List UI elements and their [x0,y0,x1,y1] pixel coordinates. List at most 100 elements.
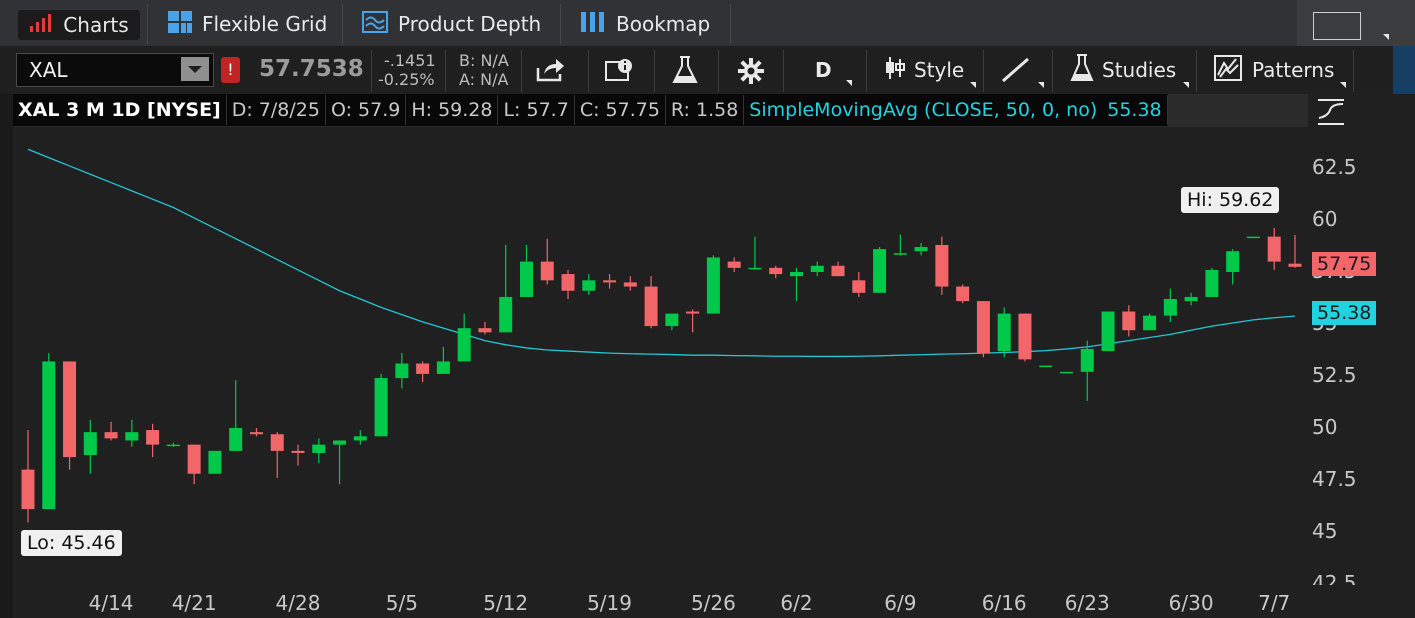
toolbar-divider [1353,50,1354,92]
share-icon[interactable] [536,58,566,86]
time-axis-label: 5/12 [483,591,529,615]
scale-toggle-icon[interactable] [1316,96,1346,130]
chevron-down-icon[interactable] [1383,34,1389,40]
window-box-icon[interactable] [1313,12,1361,40]
left-edge-strip [0,94,13,618]
candle [748,236,762,270]
studies-menu-button[interactable]: Studies [1070,52,1176,88]
candle [270,432,284,478]
candle [873,247,887,293]
chevron-down-icon [970,82,976,88]
candle [1039,365,1053,368]
net-change: -.1451 [384,51,436,70]
time-axis-label: 7/7 [1258,591,1291,615]
legend-high: H: 59.28 [406,95,499,125]
candle [686,309,700,333]
time-axis[interactable]: 4/14 4/21 4/28 5/5 5/12 5/19 5/26 6/2 6/9 6/16 6/2… [13,585,1415,618]
candle-body [769,267,783,275]
candle-body [1184,296,1198,302]
candle-body [1018,313,1032,360]
tab-product-depth[interactable]: Product Depth [362,4,541,44]
symbol-input[interactable]: XAL [16,53,214,87]
candle-body [187,444,201,474]
candle-body [83,432,97,456]
candle-body [976,301,990,354]
candle-body [1080,348,1094,372]
legend-symbol-title[interactable]: XAL 3 M 1D [NYSE] [13,95,227,125]
candle [125,419,139,447]
candle [623,276,637,291]
candle [1060,371,1073,374]
candle [104,421,118,441]
flask-icon[interactable] [671,55,699,89]
candle-body [249,432,263,435]
candle-body [208,450,222,474]
candle [1143,313,1157,331]
toolbar-divider [1052,50,1053,92]
candle-body [561,274,575,291]
chart-info-icon[interactable] [605,58,635,86]
tab-bookmap[interactable]: Bookmap [580,4,710,44]
candle-body [603,280,617,283]
style-menu-button[interactable]: Style [884,52,964,88]
chart-toolbar: XAL ! 57.7538 -.1451 -0.25% B: N/A A: N/… [0,46,1415,94]
candle [312,438,326,464]
candle-body [997,313,1011,352]
candle [1246,236,1260,239]
tab-charts[interactable]: Charts [18,10,140,40]
gear-icon[interactable] [737,57,765,89]
candle-body [499,296,513,333]
tab-charts-label: Charts [63,13,129,37]
high-annotation: Hi: 59.62 [1181,187,1280,213]
drawing-tool-button[interactable] [1000,56,1032,88]
bar-chart-icon [29,13,53,37]
candle [540,238,554,285]
candle-body [893,253,907,255]
time-axis-label: 6/9 [884,591,917,615]
price-axis[interactable]: 62.56057.55552.55047.54542.5 57.75 55.38 [1308,94,1415,595]
price-axis-label: 62.5 [1312,155,1357,179]
toolbar-divider [588,50,589,92]
candle-body [1122,311,1136,331]
candle [789,267,803,302]
tab-flexible-grid[interactable]: Flexible Grid [168,4,327,44]
alert-flag-icon[interactable]: ! [221,57,240,83]
toolbar-divider [371,50,372,92]
symbol-dropdown-button[interactable] [181,57,209,81]
time-axis-label: 5/19 [587,591,633,615]
candle [1018,313,1032,362]
candle-body [436,361,450,374]
candle-body [42,361,56,510]
legend-study[interactable]: SimpleMovingAvg (CLOSE, 50, 0, no) [744,95,1102,125]
time-axis-label: 5/5 [385,591,418,615]
aggregation-dropdown[interactable]: D [805,54,855,88]
price-chart[interactable]: Hi: 59.62 Lo: 45.46 [13,127,1308,585]
price-chart-svg[interactable] [13,127,1308,585]
studies-menu-label: Studies [1102,58,1177,82]
candle-body [727,261,741,268]
legend-low: L: 57.7 [498,95,575,125]
legend-date: D: 7/8/25 [227,95,326,125]
tab-bar: Charts Flexible Grid Product Depth Bookm… [0,0,1415,46]
candle [706,255,720,314]
time-axis-label: 4/28 [275,591,321,615]
candle [1267,227,1281,270]
candle-body [519,261,533,297]
time-axis-label: 6/23 [1064,591,1110,615]
time-axis-label: 4/21 [171,591,217,615]
candle-body [374,378,388,437]
candle-body [457,328,471,362]
candle [831,261,845,277]
candle [333,440,347,485]
candle-body [1288,263,1302,267]
candle [478,321,492,335]
patterns-menu-button[interactable]: Patterns [1214,52,1334,88]
chevron-down-icon [1038,82,1044,88]
new-tab-area[interactable] [1297,0,1415,46]
toolbar-divider [983,50,984,92]
price-axis-label: 47.5 [1312,467,1357,491]
candle-body [1143,315,1157,331]
candle [1288,234,1302,268]
time-axis-label: 6/30 [1168,591,1214,615]
candle [665,313,679,331]
